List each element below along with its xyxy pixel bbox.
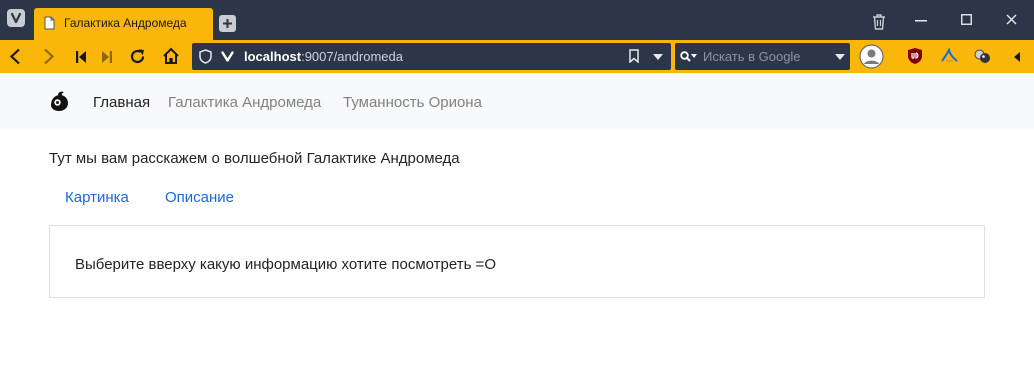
extension-bird-icon[interactable]: [940, 48, 958, 64]
address-bar[interactable]: localhost:9007/andromeda: [192, 43, 671, 70]
browser-tab-active[interactable]: Галактика Андромеда: [34, 8, 213, 40]
document-icon: [44, 16, 55, 30]
new-tab-button[interactable]: [219, 15, 236, 32]
nav-link-home[interactable]: Главная: [93, 94, 150, 111]
extensions-expand-icon[interactable]: [1014, 52, 1020, 62]
site-navbar: Главная Галактика Андромеда Туманность О…: [0, 73, 1034, 129]
nav-link-andromeda[interactable]: Галактика Андромеда: [168, 94, 321, 111]
search-chevron-down-icon[interactable]: [835, 54, 845, 60]
search-engine-icon[interactable]: [680, 51, 697, 62]
ublock-icon[interactable]: [907, 47, 923, 65]
nav-link-orion[interactable]: Туманность Ориона: [343, 94, 482, 111]
fast-forward-icon[interactable]: [102, 51, 112, 63]
maximize-icon[interactable]: [961, 14, 972, 25]
tab-picture[interactable]: Картинка: [65, 189, 129, 206]
shield-icon[interactable]: [199, 49, 212, 64]
close-icon[interactable]: [1006, 14, 1017, 25]
trash-icon[interactable]: [872, 14, 886, 30]
vivaldi-menu-button[interactable]: [7, 9, 25, 27]
forward-icon[interactable]: [43, 48, 55, 65]
browser-toolbar: localhost:9007/andromeda Искать в Google: [0, 40, 1034, 73]
rewind-icon[interactable]: [76, 51, 86, 63]
url-host: localhost: [244, 49, 302, 64]
tab-title: Галактика Андромеда: [64, 16, 187, 30]
vivaldi-v-icon: [221, 51, 234, 62]
chevron-down-icon[interactable]: [653, 54, 663, 60]
vivaldi-logo-icon: [10, 12, 22, 24]
tab-description[interactable]: Описание: [165, 189, 234, 206]
url-text[interactable]: localhost:9007/andromeda: [244, 49, 403, 64]
reload-icon[interactable]: [129, 48, 146, 65]
minimize-icon[interactable]: [915, 20, 927, 22]
page-intro-text: Тут мы вам расскажем о волшебной Галакти…: [49, 150, 460, 167]
url-path: :9007/andromeda: [301, 49, 403, 64]
plus-icon: [223, 19, 232, 28]
bookmark-icon[interactable]: [629, 49, 639, 63]
content-panel: Выберите вверху какую информацию хотите …: [49, 225, 985, 298]
search-bar[interactable]: Искать в Google: [675, 43, 850, 70]
back-icon[interactable]: [9, 48, 21, 65]
panel-message: Выберите вверху какую информацию хотите …: [75, 256, 496, 273]
extension-balls-icon[interactable]: [974, 48, 991, 64]
profile-avatar-icon[interactable]: [859, 44, 884, 69]
home-icon[interactable]: [162, 47, 180, 65]
browser-titlebar: Галактика Андромеда: [0, 0, 1034, 40]
search-input[interactable]: Искать в Google: [703, 49, 801, 64]
site-logo-icon[interactable]: [48, 90, 70, 112]
